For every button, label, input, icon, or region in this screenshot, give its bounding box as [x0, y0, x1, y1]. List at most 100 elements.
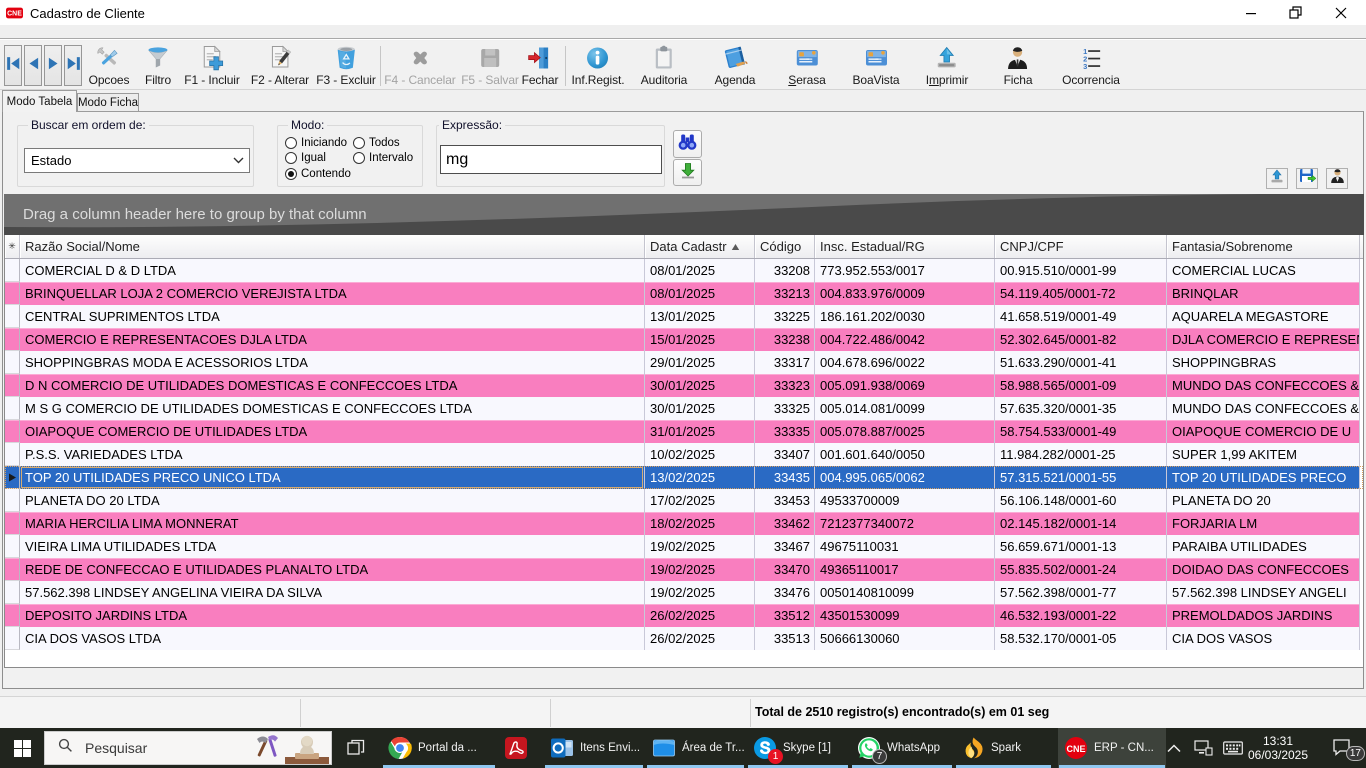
- tab-modo-ficha[interactable]: Modo Ficha: [77, 93, 139, 111]
- toolbar-button-filtro[interactable]: Filtro: [145, 45, 171, 89]
- taskbar-app-skype-1[interactable]: 1Skype [1]: [747, 728, 849, 768]
- binoculars-icon: [677, 133, 698, 156]
- grid-row-5[interactable]: D N COMERCIO DE UTILIDADES DOMESTICAS E …: [5, 374, 1363, 397]
- toolbar-button-f3-excluir[interactable]: F3 - Excluir: [316, 45, 375, 89]
- taskbar-app-whatsapp[interactable]: 7WhatsApp: [851, 728, 953, 768]
- tab-modo-tabela[interactable]: Modo Tabela: [2, 90, 77, 112]
- grid-row-2[interactable]: CENTRAL SUPRIMENTOS LTDA13/01/2025332251…: [5, 305, 1363, 328]
- taskbar-app-erp-cn[interactable]: CNEERP - CN...: [1058, 728, 1166, 768]
- export-print-button[interactable]: [1266, 168, 1288, 189]
- grid-cell: SHOPPINGBRAS MODA E ACESSORIOS LTDA: [20, 351, 645, 374]
- client-card-button[interactable]: [1326, 168, 1348, 189]
- column-header-1[interactable]: Data Cadastr: [645, 235, 755, 258]
- mode-radio-igual[interactable]: Igual: [285, 151, 353, 167]
- grid-row-0[interactable]: COMERCIAL D & D LTDA08/01/202533208773.9…: [5, 259, 1363, 282]
- tray-chevron-button[interactable]: [1160, 728, 1188, 768]
- toolbar-button-opcoes[interactable]: Opcoes: [89, 45, 130, 89]
- taskbar-app-rea-de-tr[interactable]: Área de Tr...: [646, 728, 745, 768]
- card-icon: [863, 45, 889, 71]
- group-by-hint: Drag a column header here to group by th…: [23, 206, 367, 223]
- grid-row-7[interactable]: OIAPOQUE COMERCIO DE UTILIDADES LTDA31/0…: [5, 420, 1363, 443]
- grid-row-6[interactable]: M S G COMERCIO DE UTILIDADES DOMESTICAS …: [5, 397, 1363, 420]
- grid-cell: 13/01/2025: [645, 305, 755, 328]
- grid-cell: 33323: [755, 374, 815, 397]
- toolbar-button-auditoria[interactable]: Auditoria: [641, 45, 687, 89]
- nav-first-button[interactable]: [4, 45, 22, 86]
- taskbar-app-itens-envi[interactable]: Itens Envi...: [544, 728, 644, 768]
- grid-row-13[interactable]: REDE DE CONFECCAO E UTILIDADES PLANALTO …: [5, 558, 1363, 581]
- expression-input[interactable]: mg: [440, 145, 662, 174]
- current-row-arrow-icon: [8, 473, 17, 482]
- grid-row-4[interactable]: SHOPPINGBRAS MODA E ACESSORIOS LTDA29/01…: [5, 351, 1363, 374]
- action-center-button[interactable]: 17: [1320, 728, 1366, 768]
- export-save-button[interactable]: [1296, 168, 1318, 189]
- toolbar-button-fechar[interactable]: Fechar: [522, 45, 559, 89]
- toolbar-button-f2-alterar[interactable]: F2 - Alterar: [251, 45, 309, 89]
- row-indicator: [5, 512, 20, 535]
- statusbar-divider: [300, 699, 301, 727]
- grid-cell: 33462: [755, 512, 815, 535]
- grid-row-16[interactable]: CIA DOS VASOS LTDA26/02/2025335135066613…: [5, 627, 1363, 650]
- toolbar-button-boavista[interactable]: BoaVista: [852, 45, 899, 89]
- taskbar-search-placeholder: Pesquisar: [85, 740, 255, 756]
- grid-row-1[interactable]: BRINQUELLAR LOJA 2 COMERCIO VEREJISTA LT…: [5, 282, 1363, 305]
- toolbar-button-agenda[interactable]: Agenda: [715, 45, 756, 89]
- grid-row-14[interactable]: 57.562.398 LINDSEY ANGELINA VIEIRA DA SI…: [5, 581, 1363, 604]
- toolbar-button-label: Ficha: [1004, 73, 1033, 87]
- column-header-5[interactable]: Fantasia/Sobrenome: [1167, 235, 1360, 258]
- close-button[interactable]: [1318, 0, 1363, 25]
- grid-row-15[interactable]: DEPOSITO JARDINS LTDA26/02/2025335124350…: [5, 604, 1363, 627]
- grid-cell: 004.722.486/0042: [815, 328, 995, 351]
- apply-filter-button[interactable]: [673, 159, 702, 186]
- table-mode-panel: Buscar em ordem de: Estado Modo: Inician…: [2, 111, 1364, 689]
- toolbar-button-serasa[interactable]: Serasa: [788, 45, 825, 89]
- grid-row-9-selected[interactable]: TOP 20 UTILIDADES PRECO UNICO LTDA13/02/…: [5, 466, 1363, 489]
- toolbar-button-inf-regist[interactable]: Inf.Regist.: [572, 45, 625, 89]
- nav-prior-button[interactable]: [24, 45, 42, 86]
- mode-radio-intervalo[interactable]: Intervalo: [353, 151, 413, 167]
- nav-last-button[interactable]: [64, 45, 82, 86]
- mode-radio-iniciando[interactable]: Iniciando: [285, 135, 353, 151]
- row-indicator: [5, 282, 20, 305]
- grid-cell: D N COMERCIO DE UTILIDADES DOMESTICAS E …: [20, 374, 645, 397]
- toolbar-button-ocorrencia[interactable]: 123Ocorrencia: [1062, 45, 1120, 89]
- taskbar-app-portal-da[interactable]: Portal da ...: [382, 728, 496, 768]
- app-logo-icon: CNE: [6, 7, 23, 19]
- taskbar-search-box[interactable]: Pesquisar: [44, 731, 332, 765]
- grid-cell: 17/02/2025: [645, 489, 755, 512]
- mode-radio-contendo[interactable]: Contendo: [285, 166, 353, 182]
- grid-row-11[interactable]: MARIA HERCILIA LIMA MONNERAT18/02/202533…: [5, 512, 1363, 535]
- column-header-0[interactable]: Razão Social/Nome: [20, 235, 645, 258]
- toolbar-button-imprimir[interactable]: Imprimir: [926, 45, 969, 89]
- radio-circle-icon: [285, 152, 297, 164]
- grid-row-8[interactable]: P.S.S. VARIEDADES LTDA10/02/202533407001…: [5, 443, 1363, 466]
- column-header-2[interactable]: Código: [755, 235, 815, 258]
- row-indicator: [5, 259, 20, 282]
- row-indicator: [5, 466, 20, 489]
- taskbar-app-spark[interactable]: Spark: [955, 728, 1052, 768]
- grid-cell: 57.315.521/0001-55: [995, 466, 1167, 489]
- grid-row-10[interactable]: PLANETA DO 20 LTDA17/02/2025334534953370…: [5, 489, 1363, 512]
- restore-button[interactable]: [1273, 0, 1318, 25]
- grid-row-12[interactable]: VIEIRA LIMA UTILIDADES LTDA19/02/2025334…: [5, 535, 1363, 558]
- grid-cell: 43501530099: [815, 604, 995, 627]
- start-button[interactable]: [0, 728, 44, 768]
- find-button[interactable]: [673, 130, 702, 158]
- task-view-button[interactable]: [336, 728, 376, 768]
- chevron-down-icon[interactable]: [227, 157, 249, 164]
- nav-next-button[interactable]: [44, 45, 62, 86]
- grid-row-3[interactable]: COMERCIO E REPRESENTACOES DJLA LTDA15/01…: [5, 328, 1363, 351]
- toolbar-button-f1-incluir[interactable]: F1 - Incluir: [184, 45, 239, 89]
- tray-network-icon[interactable]: [1188, 728, 1218, 768]
- taskbar-app-acrobat[interactable]: [498, 728, 542, 768]
- column-header-4[interactable]: CNPJ/CPF: [995, 235, 1167, 258]
- search-order-combobox[interactable]: Estado: [24, 148, 250, 173]
- toolbar-button-ficha[interactable]: Ficha: [1004, 45, 1033, 89]
- column-header-3[interactable]: Insc. Estadual/RG: [815, 235, 995, 258]
- taskbar-clock[interactable]: 13:31 06/03/2025: [1240, 728, 1316, 768]
- grid-cell: 57.562.398/0001-77: [995, 581, 1167, 604]
- grid-cell: 49533700009: [815, 489, 995, 512]
- mode-radio-todos[interactable]: Todos: [353, 135, 413, 151]
- minimize-button[interactable]: [1228, 0, 1273, 25]
- customers-grid: ✳Razão Social/NomeData CadastrCódigoInsc…: [4, 235, 1364, 668]
